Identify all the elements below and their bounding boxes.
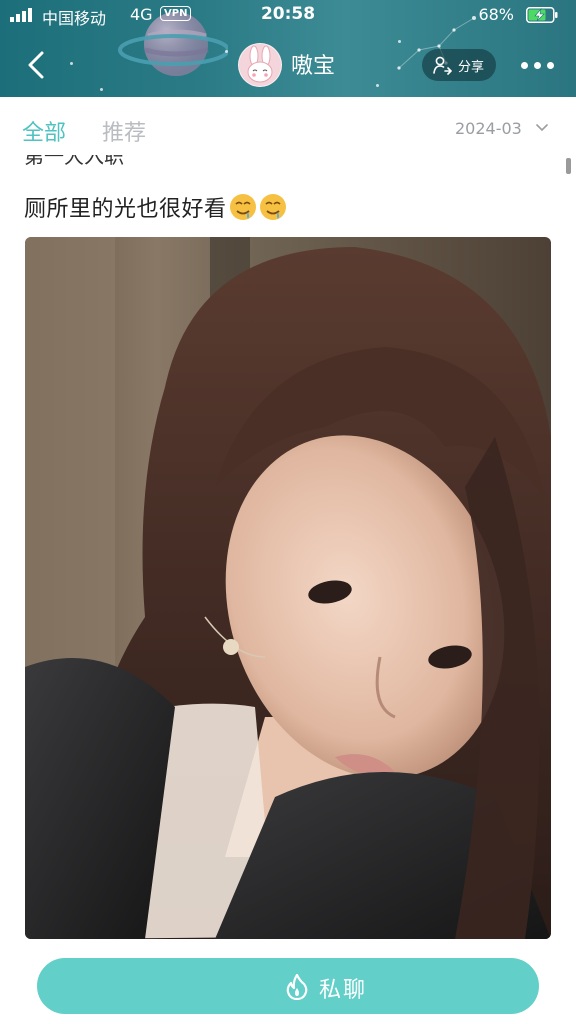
date-filter[interactable]: 2024-03 (455, 119, 522, 138)
more-dot (547, 62, 554, 69)
more-dot (521, 62, 528, 69)
previous-post-caption: 第一大入职 (24, 155, 124, 168)
drooling-face-icon (229, 194, 256, 220)
post-caption: 厕所里的光也很好看 (24, 191, 287, 223)
status-bar: 中国移动 4G VPN 20:58 68% (0, 0, 576, 30)
scrollbar[interactable] (566, 158, 571, 174)
bottom-bar: 私聊 (0, 950, 576, 1024)
feed: 第一大入职 厕所里的光也很好看 (0, 155, 576, 950)
bunny-avatar-icon (239, 44, 281, 86)
tab-recommended[interactable]: 推荐 (102, 115, 146, 147)
nav-bar: 嗷宝 分享 (0, 30, 576, 97)
tab-all[interactable]: 全部 (22, 115, 66, 147)
post-photo[interactable] (25, 237, 551, 939)
private-chat-button[interactable]: 私聊 (37, 958, 539, 1014)
private-chat-label: 私聊 (319, 978, 368, 1003)
battery-charging-icon (526, 7, 558, 23)
post-caption-text: 厕所里的光也很好看 (24, 197, 227, 222)
user-share-icon (433, 56, 452, 75)
drooling-face-icon (259, 194, 286, 220)
more-button[interactable] (518, 50, 558, 80)
tab-bar: 全部 推荐 2024-03 (0, 97, 576, 155)
top-bar: 中国移动 4G VPN 20:58 68% 嗷宝 分享 (0, 0, 576, 97)
chevron-down-icon[interactable] (535, 121, 549, 135)
share-label: 分享 (458, 60, 485, 75)
selfie-photo (25, 237, 551, 939)
more-dot (534, 62, 541, 69)
back-button[interactable] (22, 48, 52, 82)
battery-percent: 68% (478, 5, 514, 24)
previous-post-text: 第一大入职 (24, 155, 124, 171)
share-button[interactable]: 分享 (422, 49, 496, 81)
flame-icon (286, 974, 308, 1000)
avatar[interactable] (238, 43, 282, 87)
nickname: 嗷宝 (291, 54, 336, 79)
